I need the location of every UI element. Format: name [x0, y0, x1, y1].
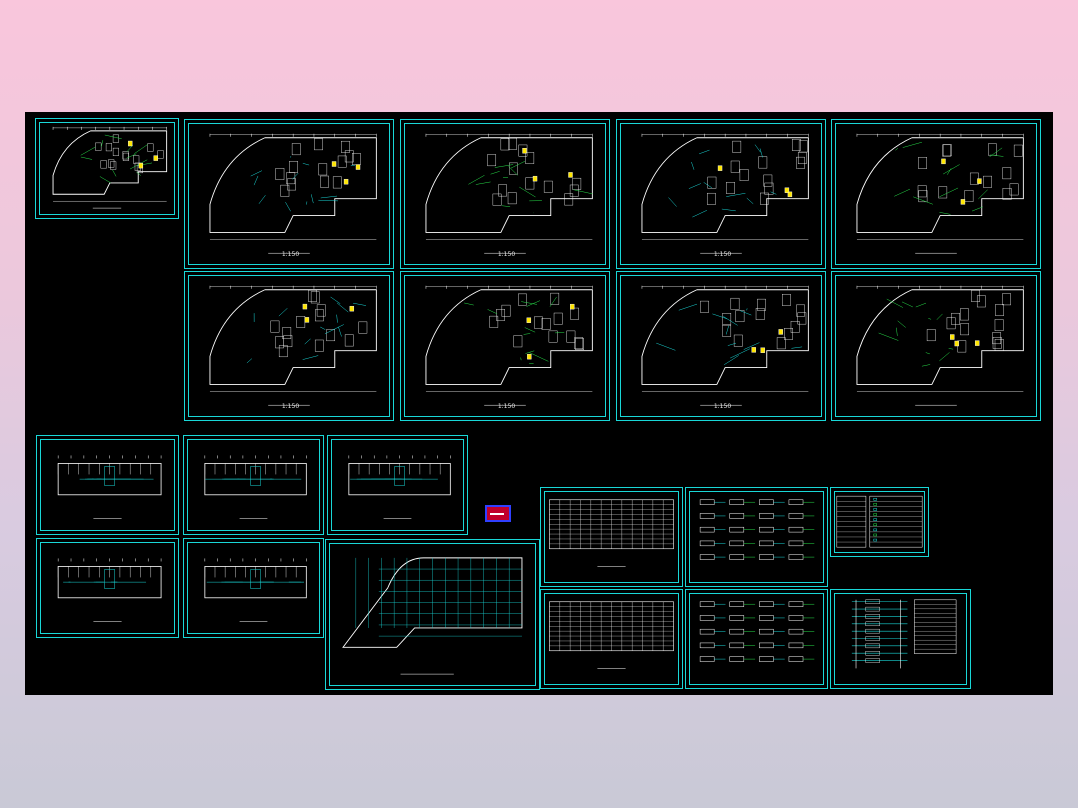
sheet-caption: 1:150 — [401, 403, 609, 410]
drawing-sheet-14[interactable] — [183, 538, 324, 638]
drawing-sheet-13[interactable] — [36, 538, 179, 638]
drawing-sheet-16[interactable] — [540, 487, 683, 587]
sheet-caption: 1:150 — [185, 251, 393, 258]
system-schematic-drawing — [699, 601, 815, 662]
floor-plan-drawing — [425, 133, 593, 254]
floor-plan-drawing — [204, 455, 307, 519]
sheet-scale: 1:150 — [497, 403, 516, 410]
legend-drawing — [836, 495, 923, 548]
schedule-table-drawing — [549, 499, 674, 567]
drawing-sheet-6[interactable]: 1:150 — [184, 271, 394, 421]
sheet-caption: 1:150 — [401, 251, 609, 258]
floor-plan-drawing — [209, 285, 377, 406]
sheet-caption: 1:150 — [185, 403, 393, 410]
drawing-sheet-19[interactable] — [540, 589, 683, 689]
drawing-sheet-20[interactable] — [685, 589, 828, 689]
floor-plan-drawing — [856, 285, 1024, 406]
floor-plan-drawing — [348, 455, 451, 519]
drawing-sheet-1[interactable] — [35, 118, 179, 219]
drawing-sheet-21[interactable] — [830, 589, 971, 689]
floor-plan-drawing — [57, 455, 162, 519]
drawing-sheet-7[interactable]: 1:150 — [400, 271, 610, 421]
floor-plan-drawing — [57, 558, 162, 622]
drawing-sheet-9[interactable] — [831, 271, 1041, 421]
sheet-scale: 1:150 — [713, 251, 732, 258]
sheet-scale: 1:150 — [713, 403, 732, 410]
floor-plan-drawing — [425, 285, 593, 406]
system-schematic-drawing — [699, 499, 815, 560]
sheet-scale: 1:150 — [497, 251, 516, 258]
drawing-sheet-11[interactable] — [183, 435, 324, 535]
cad-drawing-canvas[interactable]: 1:150 1:150 1:150 1:150 1:150 1:150 — [25, 112, 1053, 695]
drawing-sheet-3[interactable]: 1:150 — [400, 119, 610, 269]
sheet-caption: 1:150 — [617, 403, 825, 410]
riser-diagram-drawing — [851, 599, 957, 669]
floor-plan-drawing — [204, 558, 307, 622]
drawing-sheet-18[interactable] — [830, 487, 929, 557]
floor-plan-drawing — [856, 133, 1024, 254]
floor-plan-drawing — [52, 126, 168, 209]
floor-plan-drawing — [641, 133, 809, 254]
sheet-caption: 1:150 — [617, 251, 825, 258]
drawing-sheet-4[interactable]: 1:150 — [616, 119, 826, 269]
title-block-marker[interactable] — [485, 505, 511, 522]
sheet-scale: 1:150 — [281, 251, 300, 258]
schedule-table-drawing — [549, 601, 674, 669]
drawing-sheet-8[interactable]: 1:150 — [616, 271, 826, 421]
floor-plan-drawing — [209, 133, 377, 254]
drawing-sheet-2[interactable]: 1:150 — [184, 119, 394, 269]
drawing-sheet-15[interactable] — [325, 539, 540, 690]
floor-plan-drawing — [641, 285, 809, 406]
sheet-scale: 1:150 — [281, 403, 300, 410]
floor-plan-drawing — [342, 557, 523, 675]
drawing-sheet-10[interactable] — [36, 435, 179, 535]
drawing-sheet-12[interactable] — [327, 435, 468, 535]
drawing-sheet-17[interactable] — [685, 487, 828, 587]
drawing-sheet-5[interactable] — [831, 119, 1041, 269]
